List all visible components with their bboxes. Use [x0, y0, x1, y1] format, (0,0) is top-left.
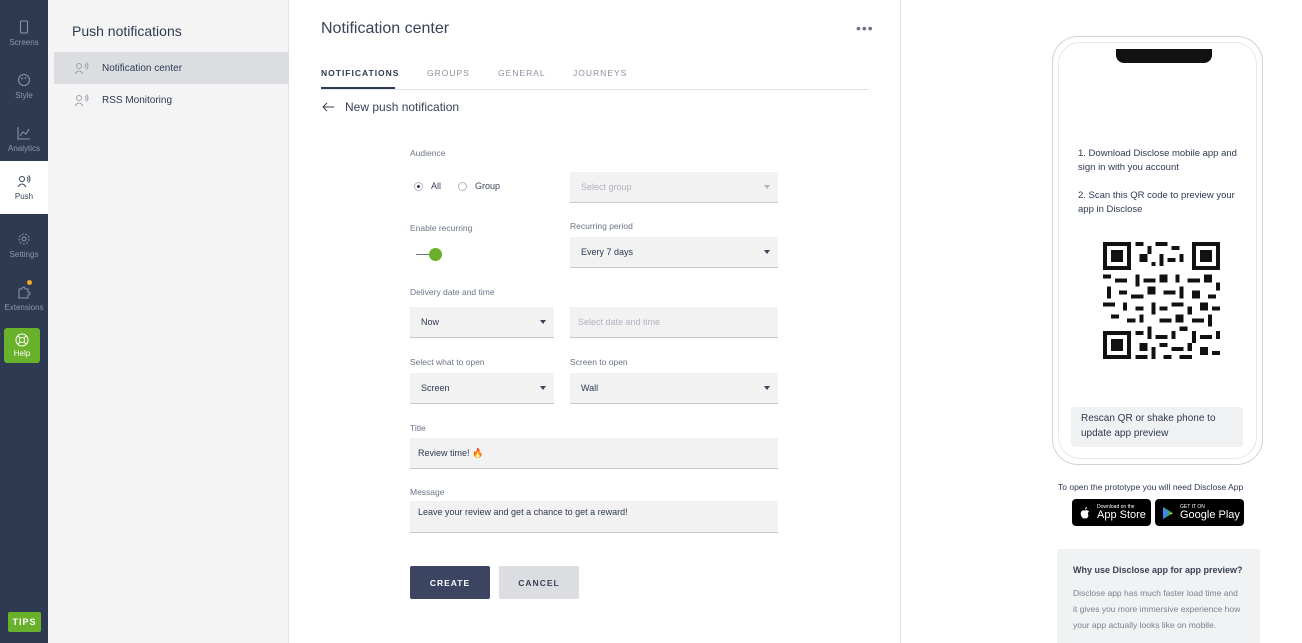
screen-select[interactable]: Wall	[570, 373, 778, 404]
title-input-value: Review time! 🔥	[418, 447, 484, 458]
extensions-badge	[27, 280, 32, 285]
app-store-badge[interactable]: Download on the App Store	[1072, 499, 1151, 526]
open-label: Select what to open	[410, 357, 485, 367]
chart-icon	[17, 126, 30, 139]
message-textarea[interactable]: Leave your review and get a chance to ge…	[410, 501, 778, 533]
subnav-item-label: Notification center	[102, 62, 183, 74]
chevron-down-icon	[540, 320, 546, 324]
play-store-icon	[1163, 506, 1173, 519]
google-play-text: GET IT ON Google Play	[1180, 504, 1240, 521]
phone-preview: 1. Download Disclose mobile app and sign…	[1052, 36, 1263, 465]
message-label: Message	[410, 487, 445, 497]
rail-item-label: Screens	[9, 37, 39, 47]
open-select-value: Screen	[421, 383, 450, 393]
prototype-note: To open the prototype you will need Disc…	[1058, 482, 1244, 492]
qr-code-icon	[1103, 242, 1220, 359]
tab-bar: NOTIFICATIONS GROUPS GENERAL JOURNEYS	[321, 60, 869, 90]
rail-item-style[interactable]: Style	[0, 61, 48, 111]
rail-item-label: Analytics	[7, 143, 40, 153]
app-store-text: Download on the App Store	[1097, 504, 1146, 521]
push-icon	[17, 175, 31, 188]
datetime-input[interactable]: Select date and time	[570, 307, 778, 338]
why-body: Disclose app has much faster load time a…	[1073, 588, 1241, 630]
radio-label: All	[431, 181, 442, 191]
rail-item-label: Style	[15, 90, 33, 100]
rail-item-label: Settings	[9, 249, 39, 259]
google-play-big: Google Play	[1180, 509, 1240, 521]
phone-icon	[20, 20, 28, 33]
puzzle-icon	[18, 285, 31, 298]
message-textarea-value: Leave your review and get a chance to ge…	[418, 507, 628, 517]
subnav: Push notifications Notification center R…	[48, 0, 289, 643]
google-play-badge[interactable]: GET IT ON Google Play	[1155, 499, 1244, 526]
apple-icon	[1080, 506, 1089, 518]
gear-icon	[18, 233, 30, 244]
rail-item-label: Push	[14, 192, 34, 201]
tips-button[interactable]: TIPS	[8, 612, 41, 632]
subnav-item-rss-monitoring[interactable]: RSS Monitoring	[54, 84, 289, 116]
audience-label: Audience	[410, 148, 446, 158]
why-disclose-card: Why use Disclose app for app preview? Di…	[1057, 549, 1260, 643]
audience-all-radio[interactable]: All	[414, 181, 441, 191]
recurring-label: Enable recurring	[410, 223, 473, 233]
rail-item-push[interactable]: Push	[0, 161, 48, 214]
datetime-placeholder: Select date and time	[578, 317, 661, 327]
chevron-down-icon	[764, 185, 770, 189]
why-title: Why use Disclose app for app preview?	[1073, 565, 1243, 575]
chevron-down-icon	[764, 250, 770, 254]
rail-item-help[interactable]: Help	[4, 328, 40, 363]
rail-item-settings[interactable]: Settings	[0, 220, 48, 270]
subnav-item-notification-center[interactable]: Notification center	[54, 52, 289, 84]
period-label: Recurring period	[570, 221, 633, 231]
lifebuoy-icon	[15, 333, 29, 347]
delivery-select-value: Now	[421, 317, 440, 327]
back-link[interactable]: New push notification	[321, 100, 459, 114]
period-select-value: Every 7 days	[581, 247, 634, 257]
push-icon	[74, 94, 89, 107]
title-input[interactable]: Review time! 🔥	[410, 438, 778, 469]
radio-dot	[414, 181, 423, 191]
delivery-select[interactable]: Now	[410, 307, 554, 338]
tab-groups[interactable]: GROUPS	[427, 68, 470, 78]
back-link-label: New push notification	[345, 100, 460, 114]
screen-select-value: Wall	[581, 383, 599, 393]
rescan-note: Rescan QR or shake phone to update app p…	[1071, 407, 1243, 447]
rail-item-analytics[interactable]: Analytics	[0, 114, 48, 164]
group-select[interactable]: Select group	[570, 172, 778, 203]
left-rail: Screens Style Analytics Push Settings Ex…	[0, 0, 48, 643]
active-tab-indicator	[321, 87, 395, 89]
push-icon	[74, 62, 89, 75]
subnav-title: Push notifications	[72, 23, 182, 39]
preview-step-2: 2. Scan this QR code to preview your app…	[1078, 190, 1235, 215]
phone-notch	[1116, 49, 1212, 63]
arrow-left-icon	[322, 102, 334, 112]
rail-item-label: Help	[13, 349, 31, 358]
page-title: Notification center	[321, 20, 450, 37]
audience-group-radio[interactable]: Group	[458, 181, 500, 191]
tab-general[interactable]: GENERAL	[498, 68, 546, 78]
open-select[interactable]: Screen	[410, 373, 554, 404]
tab-journeys[interactable]: JOURNEYS	[573, 68, 627, 78]
group-select-placeholder: Select group	[581, 182, 632, 192]
rail-item-screens[interactable]: Screens	[0, 8, 48, 58]
subnav-item-label: RSS Monitoring	[102, 94, 173, 106]
rail-item-label: Extensions	[4, 302, 44, 312]
rail-item-extensions[interactable]: Extensions	[0, 273, 48, 323]
tab-notifications[interactable]: NOTIFICATIONS	[321, 68, 399, 78]
chevron-down-icon	[540, 386, 546, 390]
radio-label: Group	[475, 181, 501, 191]
period-select[interactable]: Every 7 days	[570, 237, 778, 268]
app-store-big: App Store	[1097, 509, 1146, 521]
chevron-down-icon	[764, 386, 770, 390]
palette-icon	[18, 73, 30, 86]
cancel-button[interactable]: CANCEL	[499, 566, 579, 599]
create-button[interactable]: CREATE	[410, 566, 490, 599]
recurring-toggle[interactable]	[429, 248, 442, 261]
screen-label: Screen to open	[570, 357, 628, 367]
title-label: Title	[410, 423, 426, 433]
more-options-button[interactable]: •••	[856, 20, 874, 36]
radio-dot	[458, 181, 467, 191]
delivery-label: Delivery date and time	[410, 287, 495, 297]
preview-step-1: 1. Download Disclose mobile app and sign…	[1078, 148, 1237, 173]
